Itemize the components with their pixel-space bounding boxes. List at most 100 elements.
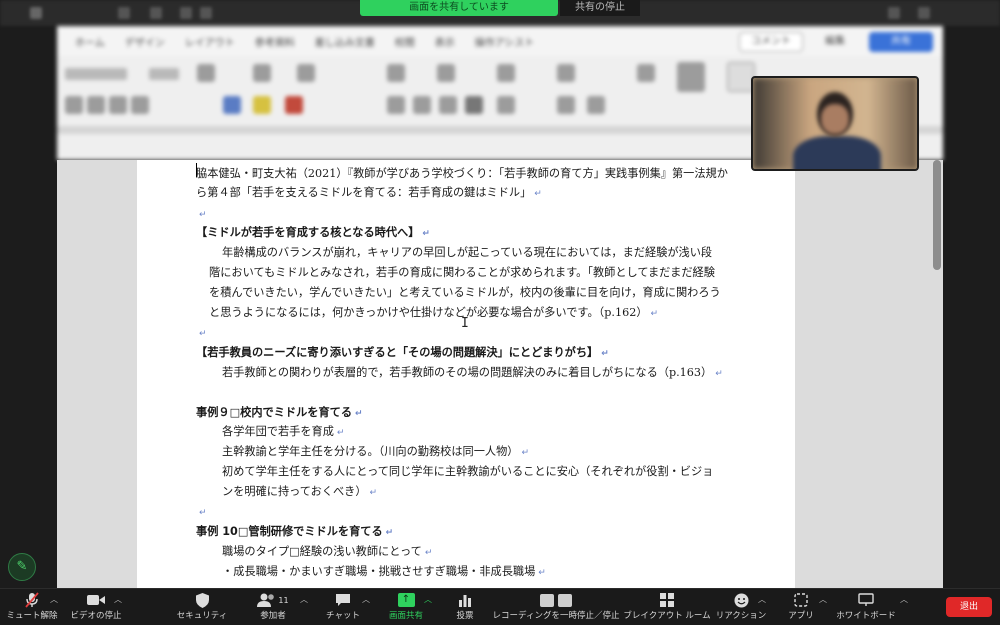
document-line[interactable]: 年齢構成のバランスが崩れ，キャリアの早回しが起こっている現在においては，まだ経験… [222,245,712,260]
font-name-box[interactable] [65,68,127,80]
indent-icon[interactable] [497,64,515,82]
line-spacing-icon[interactable] [497,96,515,114]
section-heading[interactable]: 事例 10□管制研修でミドルを育てる ↵ [196,524,393,541]
participant-count: 11 [278,595,289,605]
share-screen-button[interactable]: ↑ 画面共有 [384,589,428,625]
stop-share-button[interactable]: 共有の停止 [560,0,640,16]
line-text: 各学年団で若手を育成 [222,425,334,438]
document-line[interactable]: 初めて学年主任をする人にとって同じ学年に主幹教諭がいることに安心（それぞれが役割… [222,464,713,479]
ribbon-tab[interactable]: 校閲 [395,34,415,49]
align-right-icon[interactable] [439,96,457,114]
bullets-icon[interactable] [387,64,405,82]
document-line[interactable]: 各学年団で若手を育成 ↵ [222,424,344,441]
change-case-icon[interactable] [253,64,271,82]
bold-icon[interactable] [65,96,83,114]
ribbon-tab[interactable]: 差し込み文書 [315,34,375,49]
font-size-box[interactable] [149,68,179,80]
paragraph-mark-icon: ↵ [199,329,207,339]
recording-icon [538,589,574,611]
shading-icon[interactable] [557,96,575,114]
document-line[interactable]: 若手教師との関わりが表層的で，若手教師のその場の問題解決のみに着目しがちになる（… [222,365,723,382]
recording-button[interactable]: レコーディングを一時停止／停止 [493,589,619,625]
share-options-caret-icon[interactable]: ︿ [424,594,432,605]
numbering-icon[interactable] [437,64,455,82]
italic-icon[interactable] [87,96,105,114]
video-options-caret-icon[interactable]: ︿ [114,594,122,605]
self-video-thumbnail[interactable] [751,76,919,171]
document-line[interactable]: 脇本健弘・町支大祐（2021）『教師が学びあう学校づくり：「若手教師の育て方」実… [196,166,728,181]
shield-icon [195,589,209,611]
security-button[interactable]: セキュリティ [170,589,234,625]
poll-button[interactable]: 投票 [448,589,482,625]
line-text: ・成長職場・かまいすぎ職場・挑戦させすぎ職場・非成長職場 [222,565,536,578]
align-center-icon[interactable] [413,96,431,114]
grow-font-icon[interactable] [197,64,215,82]
chat-options-caret-icon[interactable]: ︿ [362,594,370,605]
autosave-icon [118,7,130,19]
justify-icon[interactable] [465,96,483,114]
pause-recording-icon[interactable] [540,593,554,607]
document-line[interactable]: 階においてもミドルとみなされ，若手の育成に関わることが求められます。「教師として… [209,265,715,280]
document-line[interactable]: と思うようになるには，何かきっかけや仕掛けなどが必要な場合が多いです。（p.16… [209,305,658,322]
line-text: ンを明確に持っておくべき） [222,485,367,498]
mute-options-caret-icon[interactable]: ︿ [50,594,58,605]
document-line[interactable]: ↵ [196,504,207,521]
line-text: 主幹教諭と学年主任を分ける。（川向の勤務校は同一人物） [222,445,519,458]
ribbon-tab[interactable]: 参考資料 [255,34,295,49]
annotate-pencil-icon[interactable]: ✎ [8,553,36,581]
leave-meeting-button[interactable]: 退出 [946,597,992,617]
font-color-icon[interactable] [285,96,303,114]
document-gutter-right [795,160,943,590]
clear-format-icon[interactable] [297,64,315,82]
paragraph-mark-icon: ↵ [199,508,207,518]
ribbon-tab[interactable]: レイアウト [185,34,235,49]
sharing-banner: 画面を共有しています [360,0,558,16]
document-line[interactable]: ↵ [196,325,207,342]
stop-recording-icon[interactable] [558,593,572,607]
align-left-icon[interactable] [387,96,405,114]
section-heading[interactable]: 【若手教員のニーズに寄り添いすぎると「その場の問題解決」にとどまりがち】 ↵ [196,345,609,362]
text-effect-icon[interactable] [223,96,241,114]
styles-icon[interactable] [677,62,705,92]
paragraph-mark-icon: ↵ [715,369,723,379]
document-line[interactable]: ら第４部「若手を支えるミドルを育てる：若手育成の鍵はミドル」 ↵ [196,185,542,202]
share-button[interactable]: 共有 [869,32,933,52]
section-heading[interactable]: 事例９□校内でミドルを育てる ↵ [196,405,363,422]
comment-button[interactable]: コメント [739,32,803,52]
document-line[interactable]: ・成長職場・かまいすぎ職場・挑戦させすぎ職場・非成長職場 ↵ [222,564,546,581]
document-gutter-left [57,160,137,590]
ribbon-tab[interactable]: ホーム [75,34,105,49]
home-icon [150,7,162,19]
chat-button[interactable]: チャット [320,589,366,625]
document-scrollbar[interactable] [933,160,941,270]
ribbon-tab[interactable]: 表示 [435,34,455,49]
paragraph-mark-icon: ↵ [385,528,394,538]
show-marks-icon[interactable] [637,64,655,82]
highlight-icon[interactable] [253,96,271,114]
edit-mode-button[interactable]: 編集 [809,32,861,52]
section-heading[interactable]: 【ミドルが若手を育成する核となる時代へ】 ↵ [196,225,430,242]
whiteboard-options-caret-icon[interactable]: ︿ [900,594,908,605]
underline-icon[interactable] [109,96,127,114]
line-text: ら第４部「若手を支えるミドルを育てる：若手育成の鍵はミドル」 [196,186,532,199]
meeting-toolbar: ミュート解除 ︿ ビデオの停止 ︿ セキュリティ 11 参加者 ︿ チャット ︿… [0,588,1000,625]
document-line[interactable]: 職場のタイプ□経験の浅い教師にとって ↵ [222,544,432,561]
reaction-icon [734,589,749,611]
breakout-rooms-button[interactable]: ブレイクアウト ルーム [623,589,711,625]
participants-options-caret-icon[interactable]: ︿ [300,594,308,605]
strikethrough-icon[interactable] [131,96,149,114]
document-line[interactable]: ↵ [196,206,207,223]
reaction-options-caret-icon[interactable]: ︿ [758,594,766,605]
apps-options-caret-icon[interactable]: ︿ [819,594,827,605]
document-line[interactable]: 主幹教諭と学年主任を分ける。（川向の勤務校は同一人物） ↵ [222,444,529,461]
sort-icon[interactable] [557,64,575,82]
ribbon-tab[interactable]: デザイン [125,34,165,49]
document-line[interactable]: ンを明確に持っておくべき） ↵ [222,484,377,501]
participants-button[interactable]: 11 参加者 [248,589,298,625]
document-line[interactable]: を積んでいきたい，学んでいきたい」と考えているミドルが，校内の後輩に目を向け，育… [209,285,721,300]
paragraph-mark-icon: ↵ [424,548,433,558]
whiteboard-button[interactable]: ホワイトボード [836,589,896,625]
apps-button[interactable]: アプリ [786,589,816,625]
ribbon-tab[interactable]: 操作アシスト [475,34,535,49]
borders-icon[interactable] [587,96,605,114]
